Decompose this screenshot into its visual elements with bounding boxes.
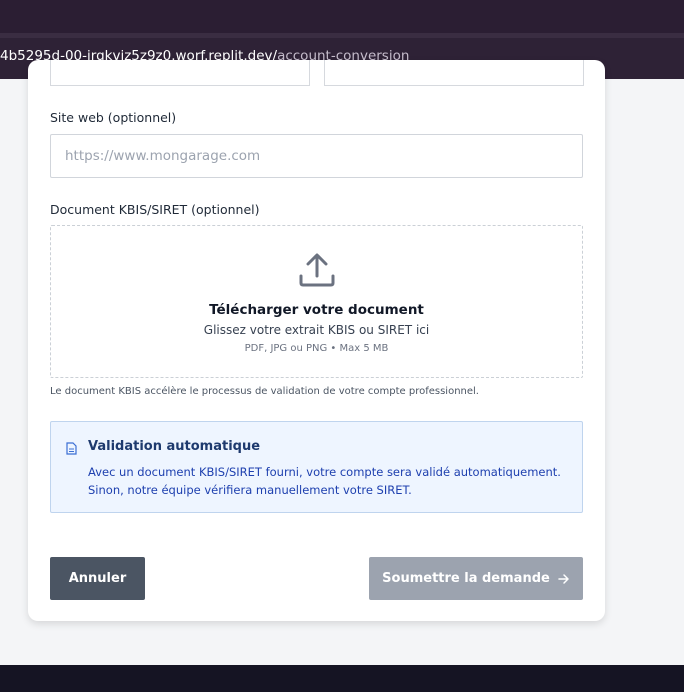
upload-icon <box>299 253 335 287</box>
cancel-button[interactable]: Annuler <box>50 557 145 600</box>
previous-field-left[interactable] <box>50 60 310 86</box>
submit-button[interactable]: Soumettre la demande <box>369 557 583 600</box>
submit-label: Soumettre la demande <box>382 571 550 586</box>
browser-tab-bar <box>0 0 684 33</box>
arrow-right-icon <box>558 573 569 584</box>
bottom-bar <box>0 665 684 692</box>
info-line-2: Sinon, notre équipe vérifiera manuelleme… <box>88 483 412 497</box>
info-text: Avec un document KBIS/SIRET fourni, votr… <box>88 463 568 499</box>
document-icon <box>66 442 77 455</box>
website-label: Site web (optionnel) <box>50 110 177 125</box>
previous-field-right[interactable] <box>324 60 584 86</box>
document-label: Document KBIS/SIRET (optionnel) <box>50 202 260 217</box>
document-dropzone[interactable]: Télécharger votre document Glissez votre… <box>50 225 583 378</box>
validation-info-box: Validation automatique Avec un document … <box>50 421 583 513</box>
document-helper-text: Le document KBIS accélère le processus d… <box>50 386 479 397</box>
info-title: Validation automatique <box>88 439 261 454</box>
dropzone-formats: PDF, JPG ou PNG • Max 5 MB <box>244 343 389 354</box>
website-input[interactable] <box>50 134 583 178</box>
info-line-1: Avec un document KBIS/SIRET fourni, votr… <box>88 465 561 479</box>
dropzone-title: Télécharger votre document <box>209 302 424 318</box>
dropzone-subtitle: Glissez votre extrait KBIS ou SIRET ici <box>203 323 430 337</box>
